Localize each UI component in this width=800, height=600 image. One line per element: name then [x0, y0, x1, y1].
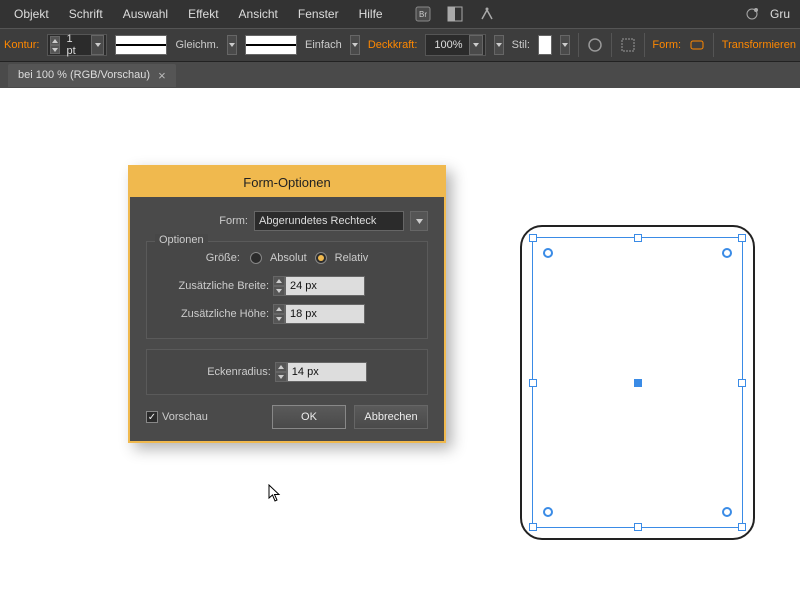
preview-checkbox[interactable]: ✓	[146, 411, 158, 423]
resize-handle-sw[interactable]	[529, 523, 537, 531]
sync-icon[interactable]	[742, 4, 762, 24]
document-tabbar: bei 100 % (RGB/Vorschau) ×	[0, 62, 800, 88]
menu-objekt[interactable]: Objekt	[6, 3, 57, 25]
resize-handle-n[interactable]	[634, 234, 642, 242]
corner-group: Eckenradius:	[146, 349, 428, 395]
resize-handle-nw[interactable]	[529, 234, 537, 242]
size-relative-radio[interactable]	[315, 252, 327, 264]
stroke-profile-dropdown[interactable]	[227, 35, 237, 55]
menu-hilfe[interactable]: Hilfe	[351, 3, 391, 25]
document-tab-title: bei 100 % (RGB/Vorschau)	[18, 69, 150, 81]
size-absolute-radio[interactable]	[250, 252, 262, 264]
preview-label: Vorschau	[162, 411, 208, 423]
form-select-label: Form:	[219, 215, 248, 227]
control-bar: Kontur: 1 pt Gleichm. Einfach Deckkraft:…	[0, 28, 800, 62]
svg-text:Br: Br	[419, 10, 427, 19]
menu-ansicht[interactable]: Ansicht	[231, 3, 286, 25]
bridge-icon[interactable]: Br	[413, 4, 433, 24]
rounded-rectangle-shape[interactable]	[520, 225, 755, 540]
menu-fenster[interactable]: Fenster	[290, 3, 347, 25]
size-absolute-label: Absolut	[270, 252, 307, 264]
main-menubar: Objekt Schrift Auswahl Effekt Ansicht Fe…	[0, 0, 800, 28]
stroke-weight-up[interactable]	[50, 36, 60, 45]
menu-effekt[interactable]: Effekt	[180, 3, 226, 25]
brush-dropdown[interactable]	[350, 35, 360, 55]
corner-anchor-se[interactable]	[722, 507, 732, 517]
menu-schrift[interactable]: Schrift	[61, 3, 111, 25]
selection-bbox	[532, 237, 743, 528]
extra-height-label: Zusätzliche Höhe:	[159, 308, 269, 320]
extra-height-up[interactable]	[273, 304, 285, 314]
shape-rect-icon[interactable]	[689, 34, 705, 56]
corner-anchor-ne[interactable]	[722, 248, 732, 258]
corner-anchor-sw[interactable]	[543, 507, 553, 517]
arrange-icon[interactable]	[445, 4, 465, 24]
stroke-profile-label: Gleichm.	[175, 39, 218, 51]
transform-label[interactable]: Transformieren	[722, 39, 796, 51]
preview-checkbox-wrap[interactable]: ✓ Vorschau	[146, 411, 208, 423]
resize-handle-se[interactable]	[738, 523, 746, 531]
stroke-weight-value[interactable]: 1 pt	[60, 33, 90, 57]
opacity-value[interactable]: 100%	[428, 39, 468, 51]
opacity-field[interactable]: 100%	[425, 34, 485, 56]
shape-options-dialog: Form-Optionen Form: Optionen Größe: Abso…	[128, 165, 446, 443]
stroke-label: Kontur:	[4, 39, 39, 51]
menu-auswahl[interactable]: Auswahl	[115, 3, 176, 25]
stroke-weight-field[interactable]: 1 pt	[47, 34, 107, 56]
dialog-titlebar[interactable]: Form-Optionen	[130, 167, 444, 197]
extra-height-down[interactable]	[273, 314, 285, 324]
recolor-icon[interactable]	[587, 34, 603, 56]
workspace-label[interactable]: Gru	[770, 7, 794, 21]
corner-radius-up[interactable]	[275, 362, 287, 372]
form-select-dropdown[interactable]	[410, 211, 428, 231]
document-tab[interactable]: bei 100 % (RGB/Vorschau) ×	[8, 64, 176, 87]
stroke-weight-down[interactable]	[50, 45, 60, 54]
corner-radius-label: Eckenradius:	[207, 366, 271, 378]
form-select[interactable]	[254, 211, 404, 231]
resize-handle-e[interactable]	[738, 379, 746, 387]
brush-label: Einfach	[305, 39, 342, 51]
opacity-flyout[interactable]	[494, 35, 504, 55]
brush-swatch[interactable]	[245, 35, 297, 55]
tab-close-icon[interactable]: ×	[158, 68, 166, 83]
form-label[interactable]: Form:	[652, 39, 681, 51]
style-label: Stil:	[512, 39, 530, 51]
align-icon[interactable]	[620, 34, 636, 56]
opacity-label: Deckkraft:	[368, 39, 418, 51]
resize-handle-ne[interactable]	[738, 234, 746, 242]
stroke-profile-swatch[interactable]	[115, 35, 167, 55]
center-handle[interactable]	[634, 379, 642, 387]
selected-shape[interactable]	[520, 225, 755, 540]
corner-radius-input[interactable]	[287, 362, 367, 382]
corner-radius-down[interactable]	[275, 372, 287, 382]
style-dropdown[interactable]	[560, 35, 570, 55]
options-group-label: Optionen	[155, 234, 208, 246]
style-swatch[interactable]	[538, 35, 552, 55]
size-label: Größe:	[206, 252, 240, 264]
ok-button[interactable]: OK	[272, 405, 346, 429]
stroke-weight-dropdown[interactable]	[91, 35, 105, 55]
cancel-button[interactable]: Abbrechen	[354, 405, 428, 429]
resize-handle-s[interactable]	[634, 523, 642, 531]
resize-handle-w[interactable]	[529, 379, 537, 387]
opacity-dropdown[interactable]	[469, 35, 483, 55]
tool-icon[interactable]	[477, 4, 497, 24]
extra-width-label: Zusätzliche Breite:	[159, 280, 269, 292]
cursor-icon	[268, 484, 282, 507]
extra-width-input[interactable]	[285, 276, 365, 296]
extra-height-input[interactable]	[285, 304, 365, 324]
corner-anchor-nw[interactable]	[543, 248, 553, 258]
extra-width-up[interactable]	[273, 276, 285, 286]
size-relative-label: Relativ	[335, 252, 369, 264]
extra-width-down[interactable]	[273, 286, 285, 296]
options-group: Optionen Größe: Absolut Relativ Zusätzli…	[146, 241, 428, 339]
dialog-title: Form-Optionen	[243, 175, 330, 190]
